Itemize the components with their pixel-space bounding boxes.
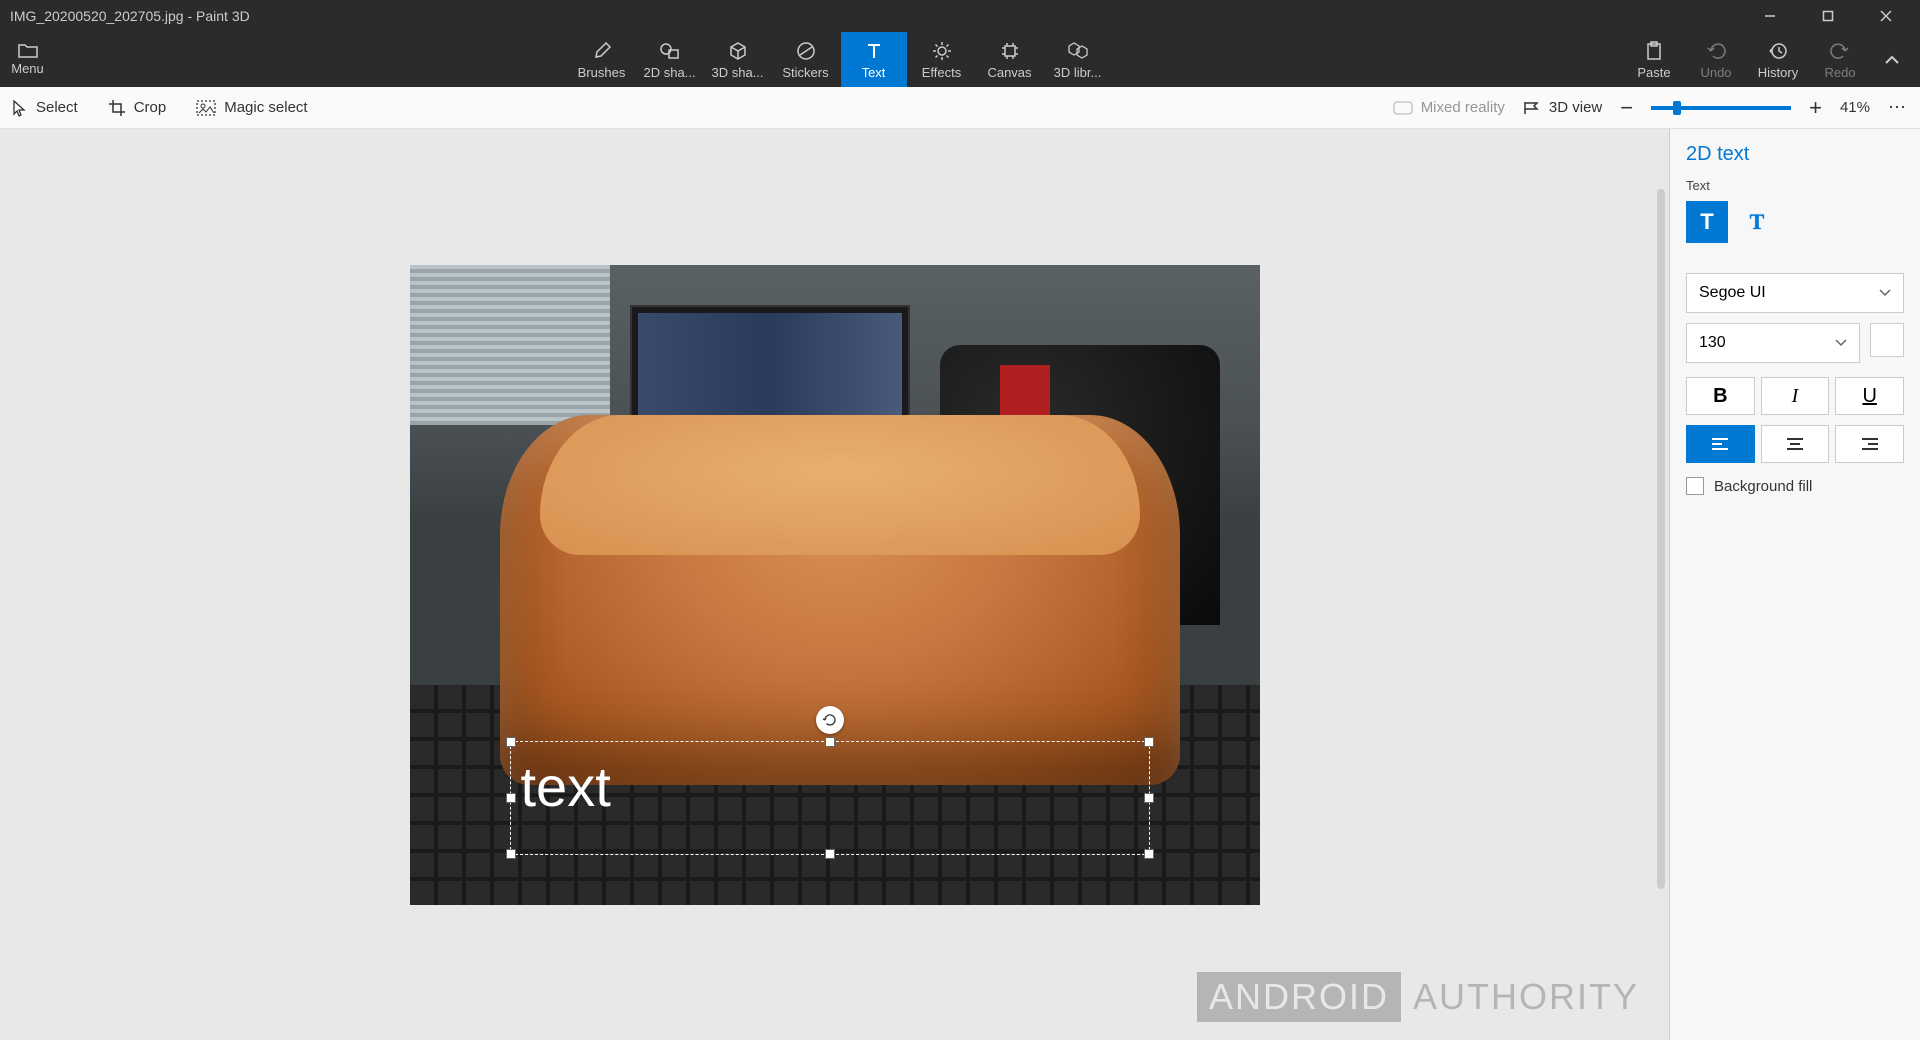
paste-icon — [1645, 39, 1663, 63]
text-icon — [864, 39, 884, 63]
window-title: IMG_20200520_202705.jpg - Paint 3D — [10, 8, 1764, 24]
folder-icon — [18, 43, 38, 59]
canvas-area[interactable]: text ANDROID AUTHORITY — [0, 129, 1670, 1040]
flag-icon — [1523, 101, 1541, 115]
text-edit-box[interactable]: text — [510, 741, 1150, 855]
text-2d-button[interactable]: T — [1686, 201, 1728, 243]
resize-handle[interactable] — [506, 849, 516, 859]
mixed-reality-button: Mixed reality — [1393, 99, 1505, 116]
crop-tool[interactable]: Crop — [108, 99, 167, 117]
expand-ribbon-button[interactable] — [1872, 32, 1912, 87]
align-right-button[interactable] — [1835, 425, 1904, 463]
chevron-down-icon — [1835, 339, 1847, 347]
zoom-slider[interactable] — [1651, 106, 1791, 110]
bold-button[interactable]: B — [1686, 377, 1755, 415]
font-size-select[interactable]: 130 — [1686, 323, 1860, 363]
magic-select-tool[interactable]: Magic select — [196, 99, 307, 116]
menu-button[interactable]: Menu — [0, 32, 55, 87]
chevron-up-icon — [1884, 55, 1900, 65]
tool-text[interactable]: Text — [841, 32, 907, 87]
tool-3d-library[interactable]: 3D libr... — [1045, 32, 1111, 87]
font-select[interactable]: Segoe UI — [1686, 273, 1904, 313]
cursor-icon — [12, 99, 28, 117]
zoom-out-button[interactable]: − — [1620, 95, 1633, 121]
tool-canvas[interactable]: Canvas — [977, 32, 1043, 87]
stickers-icon — [796, 39, 816, 63]
chevron-down-icon — [1879, 289, 1891, 297]
background-fill-checkbox[interactable] — [1686, 477, 1704, 495]
side-panel: 2D text Text T T Segoe UI 130 B I U — [1670, 129, 1920, 1040]
zoom-slider-thumb[interactable] — [1673, 101, 1681, 115]
library-icon — [1067, 39, 1089, 63]
align-left-button[interactable] — [1686, 425, 1755, 463]
history-icon — [1768, 39, 1788, 63]
select-tool[interactable]: Select — [12, 99, 78, 117]
resize-handle[interactable] — [1144, 737, 1154, 747]
align-center-button[interactable] — [1761, 425, 1830, 463]
undo-button[interactable]: Undo — [1686, 32, 1746, 87]
more-button[interactable]: ⋯ — [1888, 97, 1908, 118]
resize-handle[interactable] — [506, 793, 516, 803]
canvas-icon — [1000, 39, 1020, 63]
history-button[interactable]: History — [1748, 32, 1808, 87]
tool-effects[interactable]: Effects — [909, 32, 975, 87]
minimize-button[interactable] — [1764, 10, 1794, 22]
shapes-2d-icon — [659, 39, 681, 63]
magic-select-icon — [196, 100, 216, 116]
menu-label: Menu — [11, 61, 44, 76]
tools-center: Brushes 2D sha... 3D sha... Stickers Tex… — [55, 32, 1624, 87]
3d-view-button[interactable]: 3D view — [1523, 99, 1602, 116]
text-color-swatch[interactable] — [1870, 323, 1904, 357]
effects-icon — [932, 39, 952, 63]
zoom-value[interactable]: 41% — [1840, 99, 1870, 116]
menu-right: Paste Undo History Redo — [1624, 32, 1920, 87]
resize-handle[interactable] — [506, 737, 516, 747]
panel-subtitle: Text — [1686, 178, 1904, 193]
watermark: ANDROID AUTHORITY — [1197, 972, 1639, 1022]
undo-icon — [1706, 39, 1726, 63]
text-3d-button[interactable]: T — [1736, 201, 1778, 243]
canvas-image[interactable]: text — [410, 265, 1260, 905]
text-content[interactable]: text — [511, 742, 1149, 831]
toolbar: Select Crop Magic select Mixed reality 3… — [0, 87, 1920, 129]
close-button[interactable] — [1880, 10, 1910, 22]
resize-handle[interactable] — [1144, 849, 1154, 859]
brush-icon — [592, 39, 612, 63]
menu-bar: Menu Brushes 2D sha... 3D sha... Sticker… — [0, 32, 1920, 87]
tool-3d-shapes[interactable]: 3D sha... — [705, 32, 771, 87]
title-bar: IMG_20200520_202705.jpg - Paint 3D — [0, 0, 1920, 32]
paste-button[interactable]: Paste — [1624, 32, 1684, 87]
redo-button[interactable]: Redo — [1810, 32, 1870, 87]
rotate-handle[interactable] — [816, 706, 844, 734]
background-fill-label: Background fill — [1714, 478, 1812, 495]
italic-button[interactable]: I — [1761, 377, 1830, 415]
shapes-3d-icon — [728, 39, 748, 63]
redo-icon — [1830, 39, 1850, 63]
resize-handle[interactable] — [1144, 793, 1154, 803]
vertical-scrollbar[interactable] — [1657, 189, 1665, 889]
tool-2d-shapes[interactable]: 2D sha... — [637, 32, 703, 87]
mixed-reality-icon — [1393, 101, 1413, 115]
underline-button[interactable]: U — [1835, 377, 1904, 415]
tool-stickers[interactable]: Stickers — [773, 32, 839, 87]
window-controls — [1764, 10, 1910, 22]
zoom-in-button[interactable]: + — [1809, 95, 1822, 121]
tool-brushes[interactable]: Brushes — [569, 32, 635, 87]
resize-handle[interactable] — [825, 737, 835, 747]
crop-icon — [108, 99, 126, 117]
maximize-button[interactable] — [1822, 10, 1852, 22]
panel-title: 2D text — [1686, 143, 1904, 166]
resize-handle[interactable] — [825, 849, 835, 859]
